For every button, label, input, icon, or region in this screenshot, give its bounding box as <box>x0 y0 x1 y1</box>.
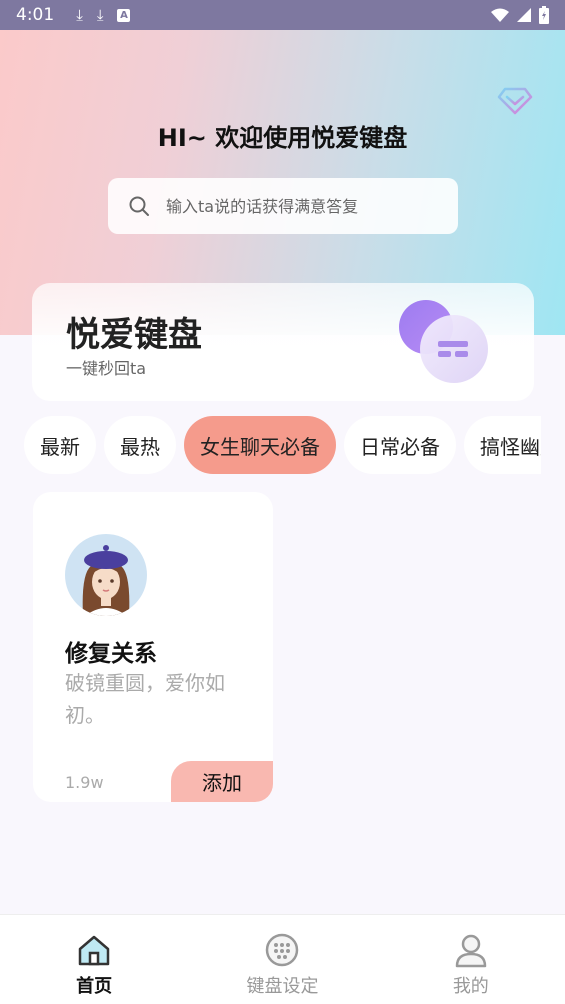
search-bar[interactable] <box>108 178 458 234</box>
battery-icon <box>539 6 549 24</box>
signal-icon <box>517 8 531 22</box>
usage-count: 1.9w <box>65 773 104 792</box>
nav-label: 键盘设定 <box>246 976 319 997</box>
download-icon: ⤓ <box>96 6 104 24</box>
profile-icon <box>455 934 487 968</box>
search-icon <box>129 196 149 216</box>
card-description: 破镜重圆，爱你如初。 <box>65 671 225 727</box>
promo-card[interactable]: 悦爱键盘 一键秒回ta <box>32 283 534 401</box>
keyboard-icon <box>266 933 299 967</box>
promo-title: 悦爱键盘 <box>66 315 202 355</box>
tab-funny[interactable]: 搞怪幽默 <box>464 416 541 474</box>
chat-bubbles-icon <box>399 300 488 383</box>
wifi-icon <box>491 8 509 22</box>
card-title: 修复关系 <box>65 641 157 667</box>
add-button[interactable]: 添加 <box>171 761 273 802</box>
nav-label: 我的 <box>452 976 489 997</box>
home-icon <box>78 935 110 966</box>
nav-label: 首页 <box>76 976 113 997</box>
welcome-title: HI~ 欢迎使用悦爱键盘 <box>157 124 408 152</box>
status-right-icons <box>491 6 549 24</box>
tab-hottest[interactable]: 最热 <box>104 416 176 474</box>
status-bar: 4:01 ⤓ ⤓ A <box>0 0 565 30</box>
search-input[interactable] <box>166 196 426 216</box>
tab-newest[interactable]: 最新 <box>24 416 96 474</box>
category-tabs: 最新 最热 女生聊天必备 日常必备 搞怪幽默 <box>24 416 541 476</box>
a-box-icon: A <box>117 8 131 22</box>
tab-daily[interactable]: 日常必备 <box>344 416 456 474</box>
status-time: 4:01 <box>16 5 55 25</box>
tab-girls-chat[interactable]: 女生聊天必备 <box>184 416 336 474</box>
phrase-card[interactable]: 修复关系 破镜重圆，爱你如初。 1.9w 添加 <box>33 492 273 802</box>
nav-profile[interactable]: 我的 <box>377 915 565 1004</box>
download-icon: ⤓ <box>76 6 83 24</box>
nav-home[interactable]: 首页 <box>0 915 188 1004</box>
promo-subtitle: 一键秒回ta <box>66 359 147 378</box>
diamond-icon[interactable] <box>497 86 533 116</box>
bottom-nav: 首页 键盘设定 我的 <box>0 914 565 1004</box>
avatar <box>65 534 147 616</box>
nav-keyboard-settings[interactable]: 键盘设定 <box>188 915 376 1004</box>
